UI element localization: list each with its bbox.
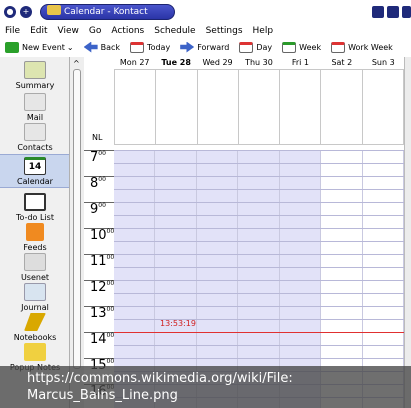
forward-button[interactable]: Forward [175, 41, 234, 53]
day-header-mon[interactable]: Mon 27 [114, 57, 155, 69]
scroll-track[interactable] [73, 69, 81, 369]
sticky-icon[interactable]: + [20, 6, 32, 18]
back-button[interactable]: Back [79, 41, 125, 53]
all-day-grid [114, 69, 404, 145]
hour-label: 800 [84, 176, 114, 191]
summary-icon [24, 61, 46, 79]
calendar-icon: 14 [24, 157, 46, 175]
kontact-app-icon [47, 5, 61, 15]
work-week-view-button[interactable]: Work Week [326, 41, 398, 53]
day-header-fri[interactable]: Fri 1 [280, 57, 321, 69]
hour-label: 1300 [84, 306, 114, 321]
sidebar-item-todo[interactable]: To-do List [0, 193, 69, 222]
all-day-cell[interactable] [156, 70, 198, 144]
forward-arrow-icon [180, 41, 195, 53]
all-day-cell[interactable] [321, 70, 363, 144]
menu-edit[interactable]: Edit [25, 24, 52, 38]
day-header: Mon 27 Tue 28 Wed 29 Thu 30 Fri 1 Sat 2 … [114, 57, 404, 69]
day-header-sat[interactable]: Sat 2 [321, 57, 362, 69]
menu-file[interactable]: File [0, 24, 25, 38]
sidebar-item-feeds[interactable]: Feeds [0, 223, 69, 252]
contacts-icon [24, 123, 46, 141]
calendar-scrollbar[interactable] [404, 57, 411, 408]
mail-icon [24, 93, 46, 111]
week-view-icon [282, 41, 297, 53]
source-caption: https://commons.wikimedia.org/wiki/File:… [0, 366, 411, 408]
all-day-cell[interactable] [115, 70, 157, 144]
all-day-area: NL [84, 69, 404, 145]
window-menu-icon[interactable]: ● [4, 6, 16, 18]
sidebar-scrollbar[interactable]: ^ [70, 57, 84, 408]
title-bar: ● + Calendar - Kontact [0, 0, 411, 24]
day-view-icon [239, 41, 254, 53]
day-header-thu[interactable]: Thu 30 [238, 57, 279, 69]
menu-view[interactable]: View [53, 24, 84, 38]
hour-label: 1100 [84, 254, 114, 269]
notebooks-icon [24, 313, 46, 331]
hour-label: 900 [84, 202, 114, 217]
menu-go[interactable]: Go [84, 24, 106, 38]
feeds-icon [26, 223, 44, 241]
menu-actions[interactable]: Actions [106, 24, 149, 38]
minimize-icon[interactable] [372, 6, 384, 18]
new-event-button[interactable]: New Event ⌄ [0, 41, 79, 53]
sidebar-item-journal[interactable]: Journal [0, 283, 69, 312]
work-week-view-icon [331, 41, 346, 53]
back-arrow-icon [83, 41, 98, 53]
sidebar-item-contacts[interactable]: Contacts [0, 123, 69, 152]
menu-bar: File Edit View Go Actions Schedule Setti… [0, 24, 411, 38]
hour-label: 1200 [84, 280, 114, 295]
hour-label: 1400 [84, 332, 114, 347]
journal-icon [24, 283, 46, 301]
sidebar-item-calendar[interactable]: 14 Calendar [0, 154, 69, 188]
current-time-label: 13:53:19 [160, 319, 196, 328]
popup-notes-icon [24, 343, 46, 361]
menu-schedule[interactable]: Schedule [149, 24, 200, 38]
today-button[interactable]: Today [125, 41, 175, 53]
day-header-tue[interactable]: Tue 28 [155, 57, 196, 69]
new-event-icon [5, 41, 19, 53]
caption-line-1: https://commons.wikimedia.org/wiki/File: [27, 371, 293, 386]
marcus-bains-line [114, 332, 404, 333]
all-day-cell[interactable] [363, 70, 403, 144]
hour-label: 700 [84, 150, 114, 165]
all-day-cell[interactable] [239, 70, 281, 144]
menu-help[interactable]: Help [248, 24, 279, 38]
caption-line-2: Marcus_Bains_Line.png [27, 388, 178, 403]
chevron-down-icon[interactable]: ⌄ [67, 43, 74, 52]
component-sidebar: Summary Mail Contacts 14 Calendar To-do … [0, 57, 70, 408]
todo-icon [24, 193, 46, 211]
day-view-button[interactable]: Day [234, 41, 277, 53]
all-day-cell[interactable] [198, 70, 239, 144]
menu-settings[interactable]: Settings [201, 24, 248, 38]
usenet-icon [24, 253, 46, 271]
today-icon [130, 41, 145, 53]
day-header-wed[interactable]: Wed 29 [197, 57, 238, 69]
scroll-up-icon[interactable]: ^ [73, 59, 80, 68]
all-day-label: NL [92, 133, 103, 142]
maximize-icon[interactable] [387, 6, 399, 18]
sidebar-item-usenet[interactable]: Usenet [0, 253, 69, 282]
close-icon[interactable] [402, 6, 411, 18]
sidebar-item-summary[interactable]: Summary [0, 61, 69, 90]
week-view-button[interactable]: Week [277, 41, 326, 53]
main-toolbar: New Event ⌄ Back Today Forward Day Week … [0, 38, 411, 56]
window-title: Calendar - Kontact [40, 4, 175, 20]
hour-label: 1000 [84, 228, 114, 243]
all-day-cell[interactable] [280, 70, 322, 144]
day-header-sun[interactable]: Sun 3 [363, 57, 404, 69]
sidebar-item-mail[interactable]: Mail [0, 93, 69, 122]
sidebar-item-notebooks[interactable]: Notebooks [0, 313, 69, 342]
